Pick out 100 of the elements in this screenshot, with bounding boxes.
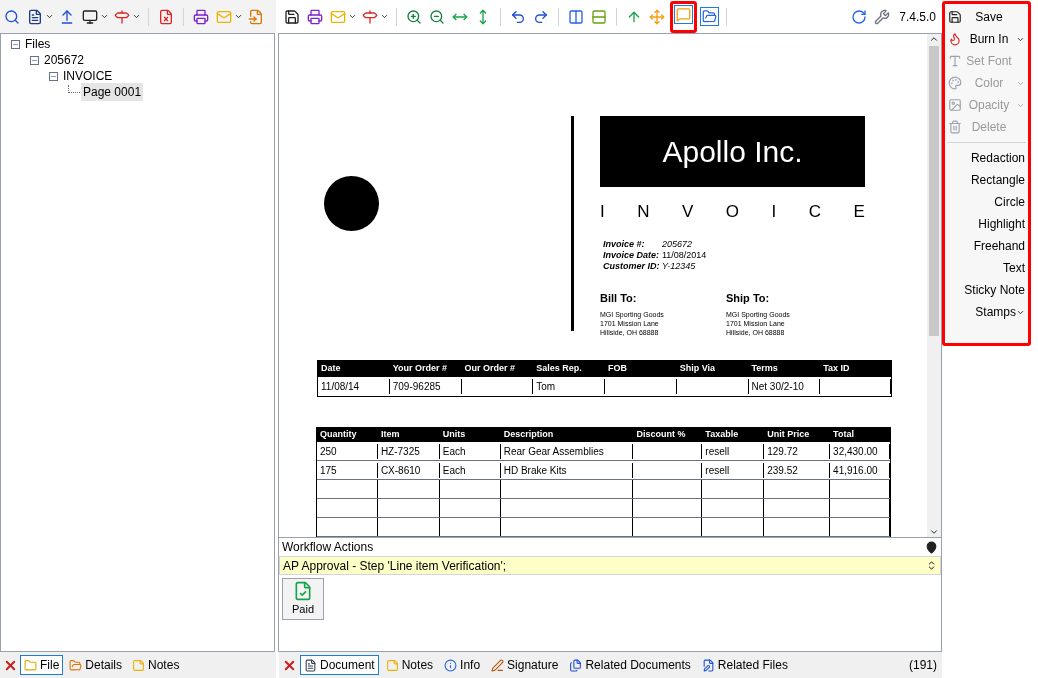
table-cell: Each [439, 462, 501, 478]
document-icon [304, 658, 317, 672]
meta-value: 11/08/2014 [662, 249, 707, 261]
menu-item[interactable]: Freehand [945, 235, 1028, 257]
flame-icon [948, 32, 962, 46]
table-cell: 41,916.00 [830, 462, 890, 478]
tab[interactable]: Info [440, 655, 485, 675]
scroll-thumb[interactable] [929, 46, 939, 336]
column-header: Ship Via [678, 362, 717, 376]
tree-item[interactable]: 205672 [42, 51, 87, 69]
invoice-letter: V [682, 201, 694, 223]
file-edit-icon [701, 658, 715, 672]
folder-info-icon[interactable] [700, 7, 719, 26]
menu-item[interactable]: Redaction [945, 147, 1028, 169]
collapse-toggle-icon[interactable] [49, 71, 58, 81]
folder-icon [69, 658, 83, 672]
company-banner: Apollo Inc. [600, 116, 865, 187]
caret-icon[interactable] [132, 12, 141, 21]
meta-label: Customer ID: [603, 260, 661, 272]
table-cell: 709-96285 [389, 379, 462, 394]
table-cell: HZ-7325 [377, 443, 440, 459]
spinner-icon[interactable] [926, 560, 937, 571]
table-cell: Tom [533, 379, 605, 394]
caret-icon[interactable] [348, 12, 357, 21]
menu-item[interactable]: Save [945, 6, 1028, 28]
tab[interactable]: Related Documents [565, 655, 695, 675]
column-header: FOB [607, 362, 628, 376]
invoice-letter: N [637, 201, 650, 223]
column-header: Our Order # [463, 362, 516, 376]
folder-icon [24, 658, 37, 672]
table-cell: CX-8610 [377, 462, 440, 478]
tab[interactable]: File [20, 655, 64, 675]
note-icon [132, 658, 146, 672]
invoice-letter: I [771, 201, 777, 223]
note-icon [385, 658, 399, 672]
tree-item[interactable]: Page 0001 [81, 83, 144, 101]
table-cell: Each [439, 443, 501, 459]
column-header: Unit Price [766, 428, 811, 442]
comments-icon[interactable] [674, 4, 693, 24]
address-heading: Bill To: [600, 290, 638, 306]
menu-item[interactable]: Sticky Note [945, 279, 1028, 301]
collapse-toggle-icon[interactable] [11, 39, 20, 49]
palette-icon [948, 76, 962, 90]
menu-item[interactable]: Rectangle [945, 169, 1028, 191]
tab[interactable]: Notes [128, 655, 184, 675]
column-header: Date [320, 362, 342, 376]
pin-icon[interactable] [925, 540, 938, 554]
column-header: Sales Rep. [535, 362, 583, 376]
tree-connector [68, 85, 80, 93]
document-check-icon [293, 580, 313, 601]
menu-item[interactable]: Highlight [945, 213, 1028, 235]
table-cell: resell [702, 443, 765, 459]
menu-item[interactable]: Burn In [945, 28, 1028, 50]
table-cell: 11/08/14 [318, 379, 390, 394]
column-header: Total [832, 428, 855, 442]
column-header: Your Order # [391, 362, 449, 376]
table-cell: 239.52 [764, 462, 831, 478]
column-header: Discount % [635, 428, 687, 442]
caret-icon[interactable] [100, 12, 109, 21]
column-header: Quantity [319, 428, 358, 442]
column-header: Tax ID [822, 362, 851, 376]
documents-icon [569, 658, 583, 672]
scroll-down-icon[interactable] [929, 527, 939, 537]
table-cell: 32,430.00 [830, 443, 890, 459]
tab[interactable]: Document [300, 655, 379, 675]
collapse-toggle-icon[interactable] [30, 55, 39, 65]
tab[interactable]: Signature [487, 655, 563, 675]
font-icon [948, 54, 962, 68]
table-cell: Rear Gear Assemblies [500, 443, 634, 459]
tree-item[interactable]: Files [23, 35, 53, 53]
save-icon [948, 10, 962, 24]
menu-item[interactable]: Stamps [945, 301, 1028, 323]
column-header: Taxable [704, 428, 740, 442]
delete-icon [948, 120, 962, 134]
tab[interactable]: Notes [381, 655, 438, 675]
tree-item[interactable]: INVOICE [61, 67, 115, 85]
table-cell: resell [702, 462, 765, 478]
workflow-step-field[interactable]: AP Approval - Step 'Line item Verification'; [279, 556, 941, 575]
table-cell: Net 30/2-10 [748, 379, 821, 394]
invoice-letter: I [600, 201, 605, 223]
table-cell: 129.72 [764, 443, 831, 459]
tab[interactable]: Related Files [697, 655, 792, 675]
menu-item[interactable]: Text [945, 257, 1028, 279]
info-icon [444, 658, 458, 672]
menu-item[interactable]: Circle [945, 191, 1028, 213]
tab[interactable]: Details [65, 655, 127, 675]
meta-value: 205672 [662, 238, 693, 250]
caret-icon[interactable] [45, 12, 54, 21]
action-button[interactable]: Paid [282, 578, 324, 620]
invoice-letter: C [808, 201, 822, 223]
caret-icon[interactable] [234, 12, 243, 21]
meta-label: Invoice Date: [603, 249, 661, 261]
page-count: (191) [909, 657, 937, 674]
scroll-up-icon[interactable] [929, 34, 939, 44]
meta-label: Invoice #: [603, 238, 646, 250]
caret-icon[interactable] [380, 12, 389, 21]
address-heading: Ship To: [726, 290, 771, 306]
pen-icon [491, 658, 505, 672]
scrollbar[interactable] [927, 34, 941, 537]
column-header: Terms [750, 362, 779, 376]
